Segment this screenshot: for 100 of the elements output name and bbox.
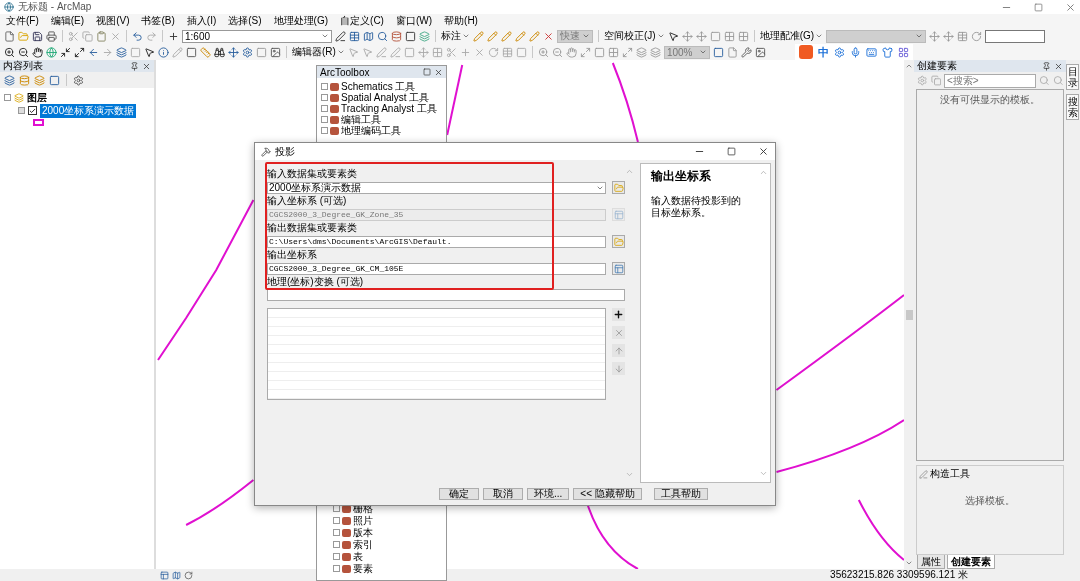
reshape-icon[interactable]: [431, 46, 443, 58]
grid-icon[interactable]: [723, 30, 735, 42]
text-field[interactable]: CGCS2000_3_Degree_GK_CM_105E: [267, 262, 606, 275]
data-view-icon[interactable]: [172, 570, 181, 580]
dataset-dropdown[interactable]: 2000坐标系演示数据: [267, 181, 606, 194]
delete-icon[interactable]: [110, 30, 121, 42]
spatial-adjustment-dropdown[interactable]: 空间校正(J): [604, 29, 665, 43]
menu-item[interactable]: 选择(S): [228, 14, 262, 28]
keyboard-icon[interactable]: [866, 46, 877, 58]
toolbox-item[interactable]: Spatial Analyst 工具: [317, 92, 446, 103]
template-view-icon[interactable]: [930, 75, 941, 86]
toolbox-item[interactable]: 照片: [329, 515, 446, 526]
restore-icon[interactable]: [423, 68, 431, 76]
arctoolbox-icon[interactable]: [391, 30, 402, 42]
ime-logo-icon[interactable]: [799, 45, 813, 59]
list-by-source-icon[interactable]: [19, 74, 30, 86]
layer-dropdown[interactable]: [826, 29, 927, 43]
scroll-down-icon[interactable]: [624, 470, 634, 479]
cut-icon[interactable]: [68, 30, 79, 42]
close-icon[interactable]: [758, 146, 769, 157]
menu-item[interactable]: 编辑(E): [50, 14, 85, 28]
fixed-zoom-in-icon[interactable]: [60, 46, 71, 58]
grid-icon[interactable]: [898, 46, 909, 58]
table-icon[interactable]: [349, 30, 360, 42]
text-field[interactable]: C:\Users\dms\Documents\ArcGIS\Default.: [267, 235, 606, 248]
cut-polygon-icon[interactable]: [459, 46, 471, 58]
labeling-dropdown[interactable]: 标注: [441, 29, 470, 43]
data-driven-pages-icon[interactable]: [754, 46, 766, 58]
dialog-button[interactable]: 环境...: [527, 488, 570, 500]
find-icon[interactable]: [214, 46, 225, 58]
dialog-button[interactable]: << 隐藏帮助: [573, 488, 642, 500]
georeferencing-dropdown[interactable]: 地理配准(G): [759, 29, 824, 43]
editor-dropdown[interactable]: 编辑器(R): [292, 45, 345, 59]
layout-back-icon[interactable]: [635, 46, 647, 58]
scroll-down-icon[interactable]: [905, 559, 913, 567]
rotate-icon[interactable]: [971, 30, 983, 42]
fixed-zoom-out-icon[interactable]: [74, 46, 85, 58]
select-by-layer-icon[interactable]: [116, 46, 127, 58]
layout-zoom-out-icon[interactable]: [551, 46, 563, 58]
scale-dropdown[interactable]: 1:600: [182, 29, 332, 43]
zoom-in-icon[interactable]: [4, 46, 15, 58]
scroll-up-icon[interactable]: [905, 62, 913, 70]
layer-label[interactable]: 2000坐标系演示数据: [40, 103, 137, 118]
menu-item[interactable]: 插入(I): [186, 14, 217, 28]
view-labels-icon[interactable]: [529, 30, 540, 42]
hyperlink-icon[interactable]: [172, 46, 183, 58]
dialog-button[interactable]: 取消: [483, 488, 523, 500]
zoom-out-icon[interactable]: [18, 46, 29, 58]
toolbox-item[interactable]: 索引: [329, 539, 446, 550]
editor-toolbar-icon[interactable]: [335, 30, 346, 42]
toolbox-item[interactable]: Tracking Analyst 工具: [317, 103, 446, 114]
undo-icon[interactable]: [132, 30, 143, 42]
collapse-icon[interactable]: [4, 94, 11, 101]
link-table-icon[interactable]: [957, 30, 969, 42]
shirt-icon[interactable]: [882, 46, 893, 58]
layout-grid-icon[interactable]: [607, 46, 619, 58]
list-box[interactable]: [267, 308, 606, 400]
save-icon[interactable]: [32, 30, 43, 42]
layout-zoom-icon[interactable]: [621, 46, 633, 58]
restore-icon[interactable]: [1034, 2, 1043, 12]
side-tab[interactable]: 搜索: [1066, 94, 1079, 120]
microphone-icon[interactable]: [850, 46, 861, 58]
panel-tab[interactable]: 创建要素: [947, 555, 995, 569]
attributes-icon[interactable]: [487, 46, 499, 58]
split-icon[interactable]: [445, 46, 457, 58]
organize-templates-icon[interactable]: [917, 75, 928, 86]
edit-annotation-icon[interactable]: [361, 46, 373, 58]
toolbox-item[interactable]: Schematics 工具: [317, 81, 446, 92]
pan-icon[interactable]: [32, 46, 43, 58]
catalog-icon[interactable]: [363, 30, 374, 42]
search-icon[interactable]: [1039, 75, 1050, 86]
browse-folder-button[interactable]: [612, 181, 625, 194]
move-down-button[interactable]: [612, 362, 625, 375]
browse-folder-button[interactable]: [612, 235, 625, 248]
paste-icon[interactable]: [96, 30, 107, 42]
maximize-icon[interactable]: [727, 147, 736, 156]
menu-item[interactable]: 书签(B): [141, 14, 175, 28]
close-icon[interactable]: [1054, 61, 1063, 71]
checkbox[interactable]: [28, 106, 37, 115]
lock-labels-icon[interactable]: [501, 30, 512, 42]
scrollbar-thumb[interactable]: [905, 309, 913, 320]
rotate-tool-icon[interactable]: [473, 46, 485, 58]
scroll-down-icon[interactable]: [759, 469, 768, 478]
label-weight-icon[interactable]: [515, 30, 526, 42]
back-icon[interactable]: [88, 46, 99, 58]
end-point-arc-icon[interactable]: [389, 46, 401, 58]
add-data-icon[interactable]: [168, 30, 179, 42]
toolbox-item[interactable]: 表: [329, 551, 446, 562]
layout-view-icon[interactable]: [160, 570, 169, 580]
menu-item[interactable]: 视图(V): [96, 14, 130, 28]
copy-icon[interactable]: [82, 30, 93, 42]
menu-item[interactable]: 自定义(C): [340, 14, 384, 28]
change-layout-icon[interactable]: [740, 46, 752, 58]
view-table-icon[interactable]: [737, 30, 749, 42]
side-tab[interactable]: 目录: [1066, 64, 1079, 90]
remove-button[interactable]: [612, 326, 625, 339]
straight-segment-icon[interactable]: [375, 46, 387, 58]
search-window-icon[interactable]: [377, 30, 388, 42]
redo-icon[interactable]: [146, 30, 157, 42]
layout-pan-icon[interactable]: [565, 46, 577, 58]
